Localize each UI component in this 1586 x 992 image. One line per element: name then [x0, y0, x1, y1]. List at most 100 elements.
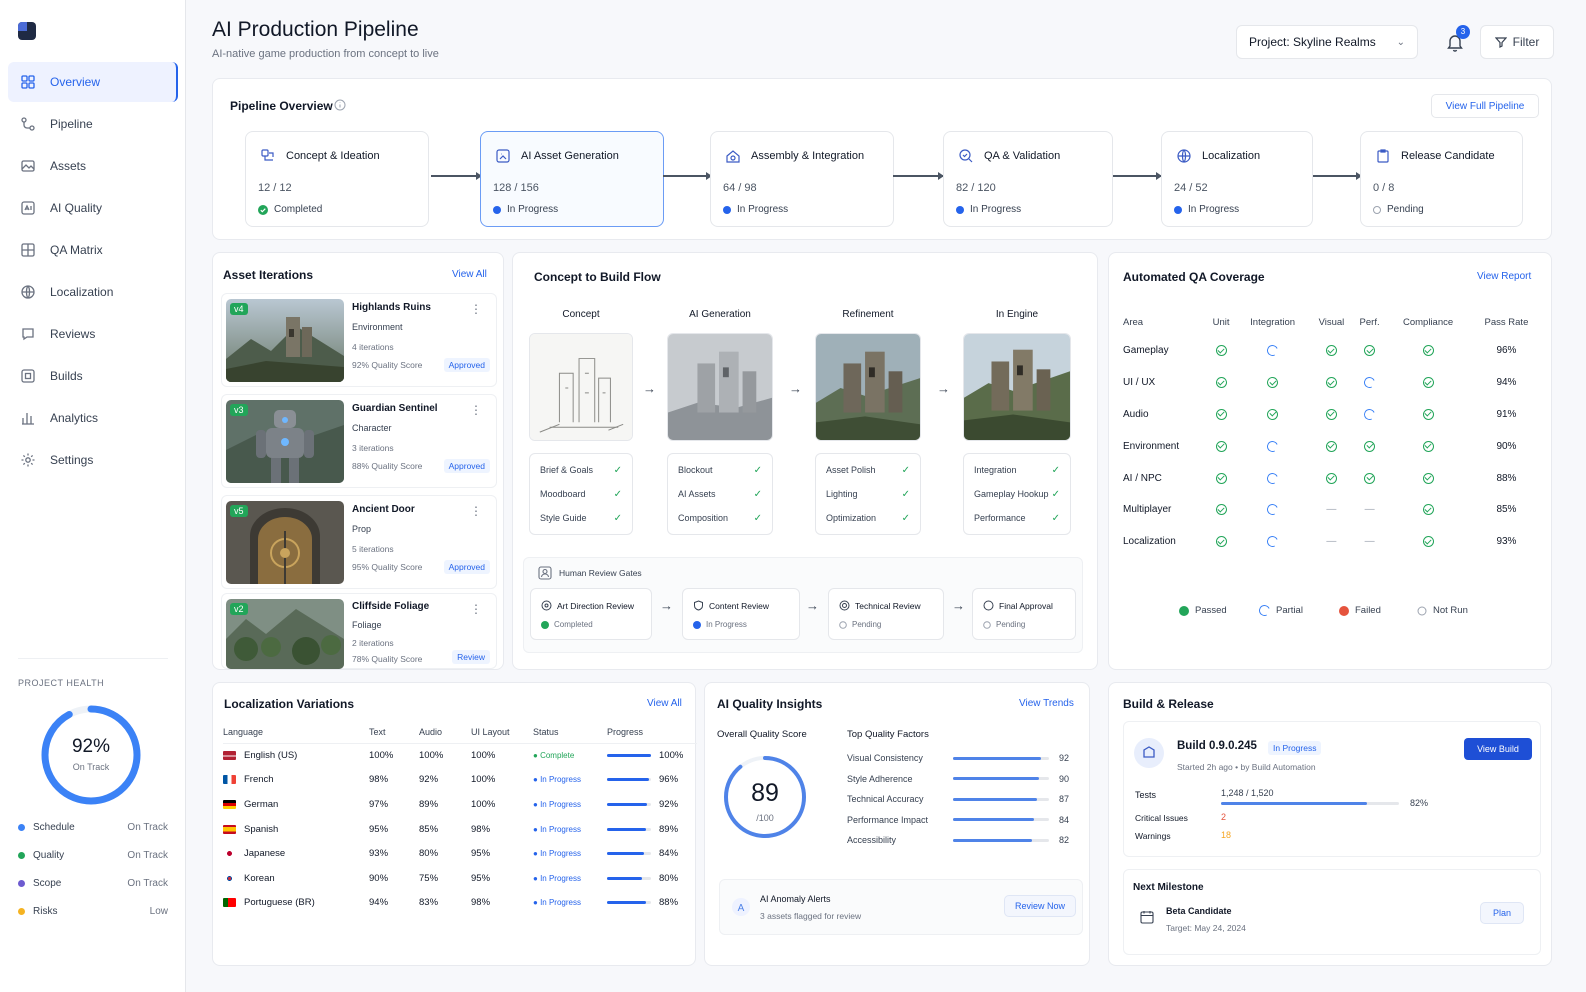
version-badge: v2	[230, 603, 248, 615]
ai-generation-image	[667, 333, 773, 441]
table-row[interactable]: German 97% 89% 100% ● In Progress 92%	[223, 792, 697, 817]
table-row[interactable]: English (US) 100% 100% 100% ● Complete 100%	[223, 743, 697, 768]
sidebar-item-overview[interactable]: Overview	[8, 62, 178, 102]
critical-issues-value: 2	[1221, 812, 1227, 822]
view-report-link[interactable]: View Report	[1477, 271, 1531, 282]
passed-icon	[1325, 440, 1337, 452]
passed-icon	[1325, 472, 1337, 484]
stage-assembly-integration[interactable]: Assembly & Integration 64 / 98 In Progre…	[710, 131, 894, 227]
failed-icon	[1339, 605, 1349, 616]
status-dot: ●	[533, 898, 541, 908]
sidebar-item-ai-quality[interactable]: AI Quality	[8, 188, 178, 228]
gate-content-review[interactable]: Content Review In Progress	[682, 588, 800, 640]
arrow-icon	[1113, 172, 1162, 179]
sidebar-item-assets[interactable]: Assets	[8, 146, 178, 186]
qa-pass-rate: 88%	[1496, 472, 1517, 484]
project-selector[interactable]: Project: Skyline Realms ⌄	[1236, 25, 1418, 59]
flag-icon	[223, 898, 236, 908]
more-menu-icon[interactable]: ⋮	[470, 403, 482, 417]
qa-cell	[1207, 462, 1235, 494]
gear-icon	[839, 600, 850, 611]
main-content: AI Production Pipeline AI-native game pr…	[186, 0, 1586, 992]
qa-cell	[1386, 462, 1470, 494]
checklist-label: Composition	[678, 513, 729, 523]
sidebar-item-analytics[interactable]: Analytics	[8, 398, 178, 438]
view-full-pipeline-button[interactable]: View Full Pipeline	[1431, 94, 1539, 118]
review-now-button[interactable]: Review Now	[1004, 895, 1076, 917]
qa-area: Gameplay	[1123, 345, 1169, 357]
asset-item[interactable]: v5 Ancient Door Prop 5 iterations 95% Qu…	[221, 495, 497, 589]
concept-sketch-image	[529, 333, 633, 441]
language-name: Korean	[244, 872, 275, 884]
text-cell: 90%	[369, 872, 389, 884]
gate-final-approval[interactable]: Final Approval Pending	[972, 588, 1076, 640]
app-logo[interactable]	[18, 22, 36, 40]
sidebar-item-label: QA Matrix	[50, 243, 103, 257]
qa-cell	[1353, 367, 1386, 399]
stage-qa-validation[interactable]: QA & Validation 82 / 120 In Progress	[943, 131, 1113, 227]
asset-item[interactable]: v4 Highlands Ruins Environment 4 iterati…	[221, 293, 497, 387]
column-header: Compliance	[1403, 316, 1454, 328]
column-header: Area	[1123, 316, 1144, 328]
status-cell: ● In Progress	[533, 866, 607, 891]
table-row[interactable]: French 98% 92% 100% ● In Progress 96%	[223, 768, 697, 793]
sidebar-item-builds[interactable]: Builds	[8, 356, 178, 396]
asset-item[interactable]: v3 Guardian Sentinel Character 3 iterati…	[221, 394, 497, 488]
localization-view-all-link[interactable]: View All	[647, 698, 682, 709]
factor-value: 92	[1058, 753, 1069, 763]
tests-progress-fill	[1221, 802, 1367, 805]
asset-item[interactable]: v2 Cliffside Foliage Foliage 2 iteration…	[221, 593, 497, 669]
view-build-button[interactable]: View Build	[1464, 738, 1532, 760]
gate-status: Pending	[839, 620, 881, 629]
gate-title: Content Review	[693, 600, 769, 611]
qa-cell	[1207, 494, 1235, 526]
table-row[interactable]: Spanish 95% 85% 98% ● In Progress 89%	[223, 817, 697, 842]
qa-cell	[1386, 335, 1470, 367]
sidebar-item-qa-matrix[interactable]: QA Matrix	[8, 230, 178, 270]
qa-cell	[1207, 399, 1235, 431]
passed-icon	[1364, 345, 1376, 357]
column-header: Text	[369, 721, 419, 744]
checklist-label: Performance	[974, 513, 1026, 523]
project-health-title: PROJECT HEALTH	[18, 678, 105, 688]
sidebar-item-reviews[interactable]: Reviews	[8, 314, 178, 354]
stage-release-candidate[interactable]: Release Candidate 0 / 8 Pending	[1360, 131, 1523, 227]
analytics-icon	[22, 413, 34, 425]
progress-value: 96%	[659, 774, 679, 786]
sidebar-item-localization[interactable]: Localization	[8, 272, 178, 312]
ui-layout-cell: 100%	[471, 750, 496, 762]
gate-technical-review[interactable]: Technical Review Pending	[828, 588, 944, 640]
view-trends-link[interactable]: View Trends	[1019, 698, 1074, 709]
stage-ai-asset-generation[interactable]: AI Asset Generation 128 / 156 In Progres…	[480, 131, 664, 227]
assets-icon	[21, 160, 35, 172]
sidebar-item-settings[interactable]: Settings	[8, 440, 178, 480]
sidebar-item-label: Settings	[50, 453, 94, 467]
quality-factor: Performance Impact 84	[847, 815, 1069, 825]
checklist-item: AI Assets ✓	[678, 489, 762, 500]
overall-score-label: Overall Quality Score	[717, 729, 807, 740]
text-cell: 93%	[369, 848, 389, 860]
legend-not-run: Not Run	[1417, 605, 1468, 616]
table-row[interactable]: Portuguese (BR) 94% 83% 98% ● In Progress 88%	[223, 891, 697, 916]
gate-art-direction-review[interactable]: Art Direction Review Completed	[530, 588, 652, 640]
not-run-icon: —	[1364, 536, 1375, 548]
not-run-icon: —	[1364, 504, 1375, 516]
plan-button[interactable]: Plan	[1480, 902, 1524, 924]
stage-localization[interactable]: Localization 24 / 52 In Progress	[1161, 131, 1313, 227]
check-icon: ✓	[1051, 465, 1060, 476]
table-row[interactable]: Japanese 93% 80% 95% ● In Progress 84%	[223, 841, 697, 866]
info-icon[interactable]	[334, 99, 346, 111]
filter-button[interactable]: Filter	[1480, 25, 1554, 59]
stage-concept-ideation[interactable]: Concept & Ideation 12 / 12 Completed	[245, 131, 429, 227]
qa-cell	[1386, 526, 1470, 558]
progress-bar	[607, 876, 651, 880]
table-row[interactable]: Korean 90% 75% 95% ● In Progress 80%	[223, 866, 697, 891]
more-menu-icon[interactable]: ⋮	[470, 504, 482, 518]
page-subtitle: AI-native game production from concept t…	[212, 48, 439, 60]
qa-table-body: Gameplay 96% UI / UX 94% Audio 91% Environment…	[1123, 335, 1543, 558]
qa-pass-rate: 94%	[1496, 377, 1517, 389]
sidebar-item-pipeline[interactable]: Pipeline	[8, 104, 178, 144]
assets-view-all-link[interactable]: View All	[452, 269, 487, 280]
more-menu-icon[interactable]: ⋮	[470, 602, 482, 616]
more-menu-icon[interactable]: ⋮	[470, 302, 482, 316]
